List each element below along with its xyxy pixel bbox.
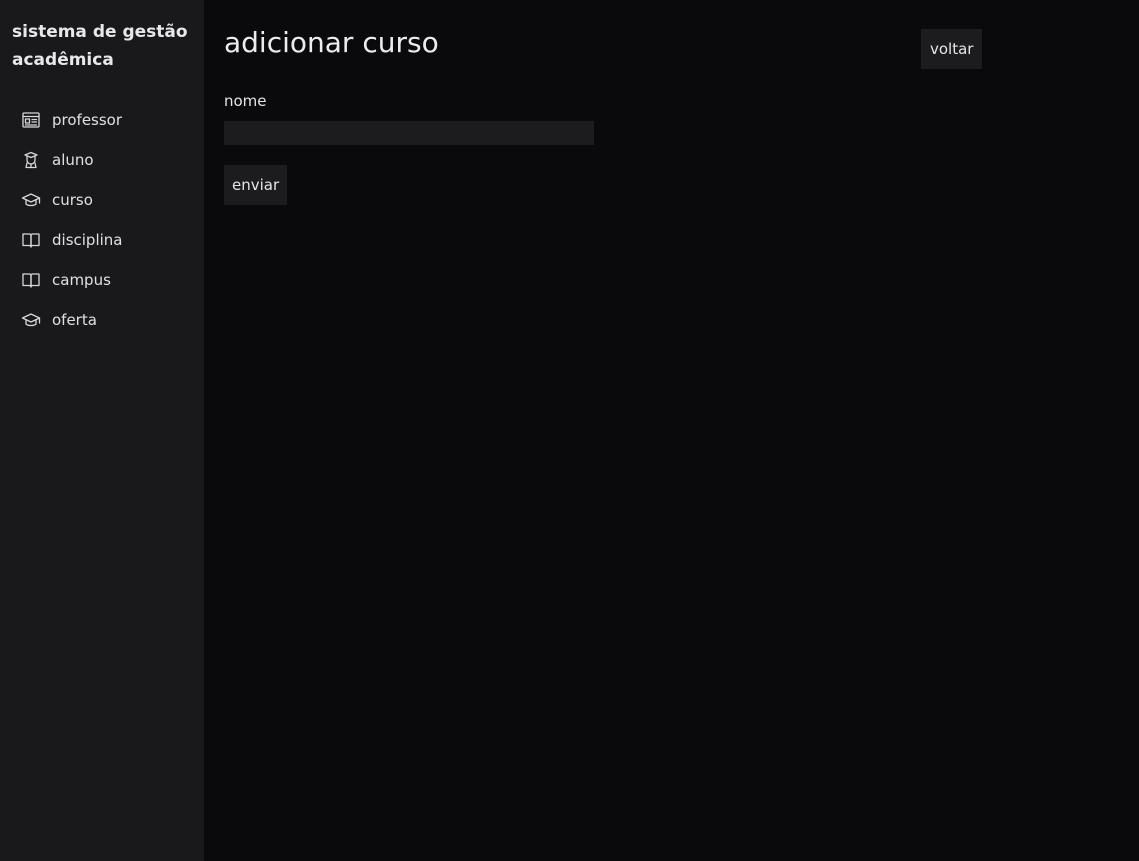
sidebar-item-campus[interactable]: campus [12, 260, 204, 300]
name-input[interactable] [224, 121, 594, 145]
graduation-cap-icon [20, 309, 42, 331]
sidebar-item-professor[interactable]: professor [12, 100, 204, 140]
sidebar: sistema de gestão acadêmica professor al… [0, 0, 204, 861]
sidebar-item-label: disciplina [52, 231, 123, 249]
page-title: adicionar curso [224, 26, 439, 59]
sidebar-item-label: oferta [52, 311, 97, 329]
student-icon [20, 149, 42, 171]
book-icon [20, 229, 42, 251]
sidebar-item-disciplina[interactable]: disciplina [12, 220, 204, 260]
brand-title: sistema de gestão acadêmica [12, 22, 188, 70]
book-icon [20, 269, 42, 291]
graduation-cap-icon [20, 189, 42, 211]
sidebar-item-label: campus [52, 271, 111, 289]
back-button[interactable]: voltar [921, 29, 983, 69]
sidebar-nav: professor aluno curso disciplina campus … [12, 100, 204, 340]
name-label: nome [224, 92, 267, 110]
app-root: sistema de gestão acadêmica professor al… [0, 0, 1139, 861]
sidebar-item-aluno[interactable]: aluno [12, 140, 204, 180]
sidebar-item-oferta[interactable]: oferta [12, 300, 204, 340]
sidebar-item-label: curso [52, 191, 93, 209]
sidebar-item-curso[interactable]: curso [12, 180, 204, 220]
main-content: adicionar curso voltar nome enviar [204, 0, 1139, 861]
id-card-icon [20, 109, 42, 131]
sidebar-item-label: aluno [52, 151, 94, 169]
sidebar-item-label: professor [52, 111, 123, 129]
submit-button[interactable]: enviar [224, 165, 288, 205]
